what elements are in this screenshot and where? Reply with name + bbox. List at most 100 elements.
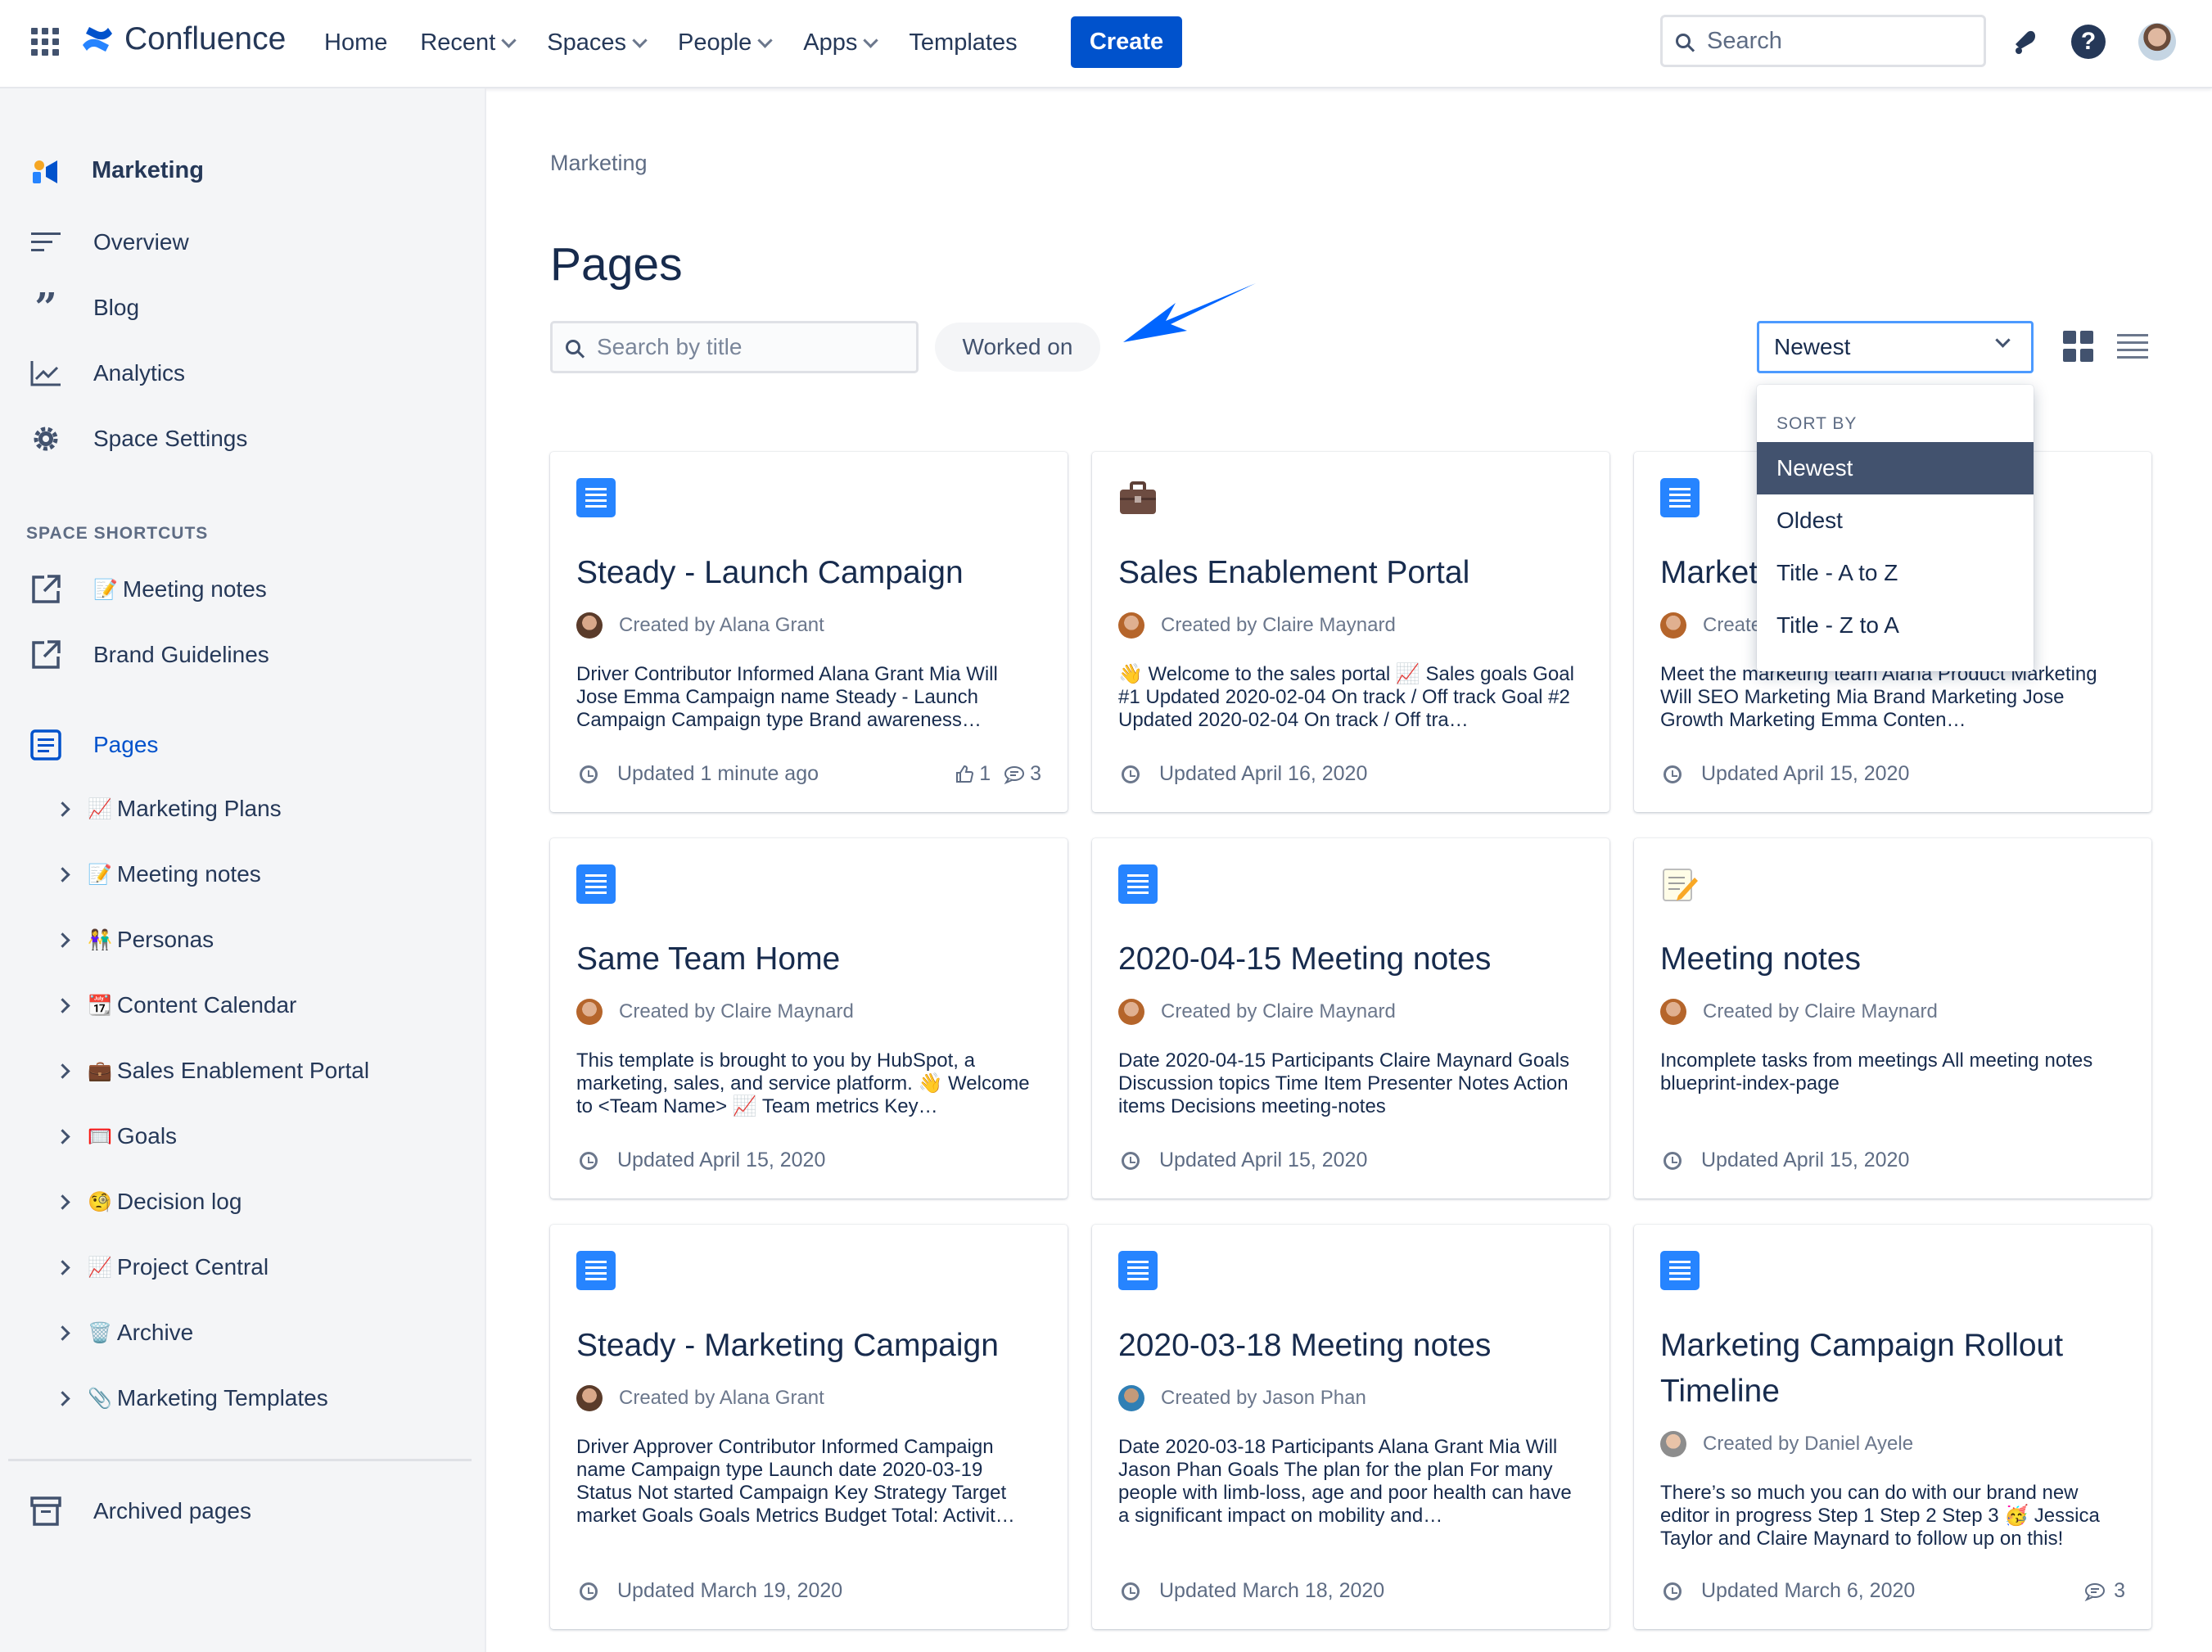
page-card[interactable]: Meeting notes Created by Claire Maynard … xyxy=(1634,838,2151,1198)
title-filter-input[interactable] xyxy=(595,333,893,361)
breadcrumb[interactable]: Marketing xyxy=(550,151,648,176)
shortcut-brand-guidelines[interactable]: Brand Guidelines xyxy=(28,639,269,671)
nav-recent[interactable]: Recent xyxy=(420,29,517,56)
sort-option-newest[interactable]: Newest xyxy=(1757,442,2034,494)
document-icon xyxy=(576,864,616,904)
create-button[interactable]: Create xyxy=(1071,16,1182,68)
tree-item-marketing-plans[interactable]: 📈 Marketing Plans xyxy=(55,796,282,822)
author-text: Created by Alana Grant xyxy=(619,614,824,636)
chevron-right-icon[interactable] xyxy=(55,1259,70,1275)
tree-label: Meeting notes xyxy=(116,861,261,887)
sort-select[interactable]: Newest xyxy=(1757,321,2034,373)
card-title[interactable]: 2020-04-15 Meeting notes xyxy=(1118,937,1593,982)
nav-people[interactable]: People xyxy=(678,29,773,56)
worked-on-filter-chip[interactable]: Worked on xyxy=(935,323,1100,372)
nav-home[interactable]: Home xyxy=(324,29,387,56)
space-name: Marketing xyxy=(92,156,204,183)
tree-item-marketing-templates[interactable]: 📎 Marketing Templates xyxy=(55,1385,328,1411)
list-view-icon[interactable] xyxy=(2117,334,2148,359)
sort-option-title-z-a[interactable]: Title - Z to A xyxy=(1757,599,2034,652)
chevron-right-icon[interactable] xyxy=(55,1128,70,1144)
confluence-logo[interactable]: Confluence xyxy=(80,21,286,57)
pages-icon xyxy=(28,729,64,761)
shortcut-meeting-notes[interactable]: 📝 Meeting notes xyxy=(28,573,267,606)
tree-item-archive[interactable]: 🗑️ Archive xyxy=(55,1320,193,1346)
page-card[interactable]: Steady - Launch Campaign Created by Alan… xyxy=(550,452,1068,812)
nav-templates[interactable]: Templates xyxy=(909,29,1017,56)
tree-item-meeting-notes[interactable]: 📝 Meeting notes xyxy=(55,861,261,887)
sidebar-item-overview[interactable]: Overview xyxy=(28,226,189,259)
archive-box-icon xyxy=(28,1495,64,1528)
page-card[interactable]: 2020-03-18 Meeting notes Created by Jaso… xyxy=(1092,1225,1609,1629)
chevron-right-icon[interactable] xyxy=(55,866,70,882)
sidebar-item-pages[interactable]: Pages xyxy=(28,729,158,761)
card-updated: Updated April 15, 2020 xyxy=(1664,762,1909,786)
tree-item-content-calendar[interactable]: 📆 Content Calendar xyxy=(55,992,296,1018)
sidebar-item-space-settings[interactable]: Space Settings xyxy=(28,422,247,455)
tree-item-project-central[interactable]: 📈 Project Central xyxy=(55,1254,269,1280)
chevron-right-icon[interactable] xyxy=(55,932,70,948)
tree-label: Marketing Templates xyxy=(116,1385,328,1411)
chevron-down-icon xyxy=(757,32,773,48)
page-card[interactable]: Marketing Campaign Rollout Timeline Crea… xyxy=(1634,1225,2151,1629)
tree-item-decision-log[interactable]: 🧐 Decision log xyxy=(55,1189,242,1215)
chevron-right-icon[interactable] xyxy=(55,997,70,1013)
sidebar-item-archived-pages[interactable]: Archived pages xyxy=(28,1495,251,1528)
card-excerpt: 👋 Welcome to the sales portal 📈 Sales go… xyxy=(1118,663,1574,731)
title-filter[interactable] xyxy=(550,321,919,373)
tree-emoji: 📆 xyxy=(88,994,112,1017)
notification-bell-icon[interactable] xyxy=(2009,25,2042,57)
global-search[interactable] xyxy=(1660,15,1986,67)
author-text: Created by Daniel Ayele xyxy=(1703,1433,1914,1455)
space-header[interactable]: Marketing xyxy=(28,154,204,187)
card-excerpt: This template is brought to you by HubSp… xyxy=(576,1049,1030,1117)
tree-item-goals[interactable]: 🥅 Goals xyxy=(55,1123,177,1149)
chevron-right-icon[interactable] xyxy=(55,1194,70,1210)
card-updated: Updated April 15, 2020 xyxy=(580,1149,825,1172)
sidebar-item-label: Space Settings xyxy=(93,426,248,451)
card-title[interactable]: Sales Enablement Portal xyxy=(1118,550,1593,596)
user-avatar[interactable] xyxy=(2138,23,2176,61)
sidebar-item-analytics[interactable]: Analytics xyxy=(28,357,185,390)
page-card[interactable]: 2020-04-15 Meeting notes Created by Clai… xyxy=(1092,838,1609,1198)
nav-spaces[interactable]: Spaces xyxy=(547,29,648,56)
card-title[interactable]: Meeting notes xyxy=(1660,937,2135,982)
page-card[interactable]: Sales Enablement Portal Created by Clair… xyxy=(1092,452,1609,812)
sort-option-title-a-z[interactable]: Title - A to Z xyxy=(1757,547,2034,599)
page-card[interactable]: Same Team Home Created by Claire Maynard… xyxy=(550,838,1068,1198)
chevron-right-icon[interactable] xyxy=(55,1325,70,1341)
updated-text: Updated March 6, 2020 xyxy=(1701,1579,1916,1602)
card-author: Created by Alana Grant xyxy=(576,1385,824,1411)
sort-option-oldest[interactable]: Oldest xyxy=(1757,494,2034,547)
tree-item-sales-enablement-portal[interactable]: 💼 Sales Enablement Portal xyxy=(55,1058,369,1084)
sidebar-item-label: Analytics xyxy=(93,360,186,386)
tree-emoji: 💼 xyxy=(88,1059,112,1082)
clock-icon xyxy=(1122,1151,1140,1170)
chevron-right-icon[interactable] xyxy=(55,801,70,817)
sidebar-item-label: Overview xyxy=(93,229,189,255)
tree-label: Project Central xyxy=(116,1254,269,1280)
grid-view-icon[interactable] xyxy=(2063,331,2094,362)
card-title[interactable]: Steady - Marketing Campaign xyxy=(576,1323,1051,1369)
card-title[interactable]: Same Team Home xyxy=(576,937,1051,982)
page-card[interactable]: Steady - Marketing Campaign Created by A… xyxy=(550,1225,1068,1629)
card-title[interactable]: Marketing Campaign Rollout Timeline xyxy=(1660,1323,2135,1415)
nav-apps[interactable]: Apps xyxy=(803,29,879,56)
chevron-right-icon[interactable] xyxy=(55,1390,70,1406)
card-updated: Updated April 15, 2020 xyxy=(1122,1149,1367,1172)
briefcase-icon xyxy=(1118,478,1158,517)
tree-emoji: 🗑️ xyxy=(88,1321,112,1344)
help-icon[interactable]: ? xyxy=(2071,25,2106,59)
app-switcher-icon[interactable] xyxy=(31,28,59,56)
card-title[interactable]: 2020-03-18 Meeting notes xyxy=(1118,1323,1593,1369)
tree-item-personas[interactable]: 👫 Personas xyxy=(55,927,214,953)
clock-icon xyxy=(580,1582,598,1600)
chevron-right-icon[interactable] xyxy=(55,1063,70,1079)
card-title[interactable]: Steady - Launch Campaign xyxy=(576,550,1051,596)
card-updated: Updated 1 minute ago xyxy=(580,762,819,786)
chevron-down-icon xyxy=(501,32,517,48)
shortcut-emoji: 📝 xyxy=(93,578,118,601)
sidebar-item-blog[interactable]: ” Blog xyxy=(28,285,139,331)
card-author: Created by Alana Grant xyxy=(576,612,824,639)
search-input[interactable] xyxy=(1705,26,1954,56)
